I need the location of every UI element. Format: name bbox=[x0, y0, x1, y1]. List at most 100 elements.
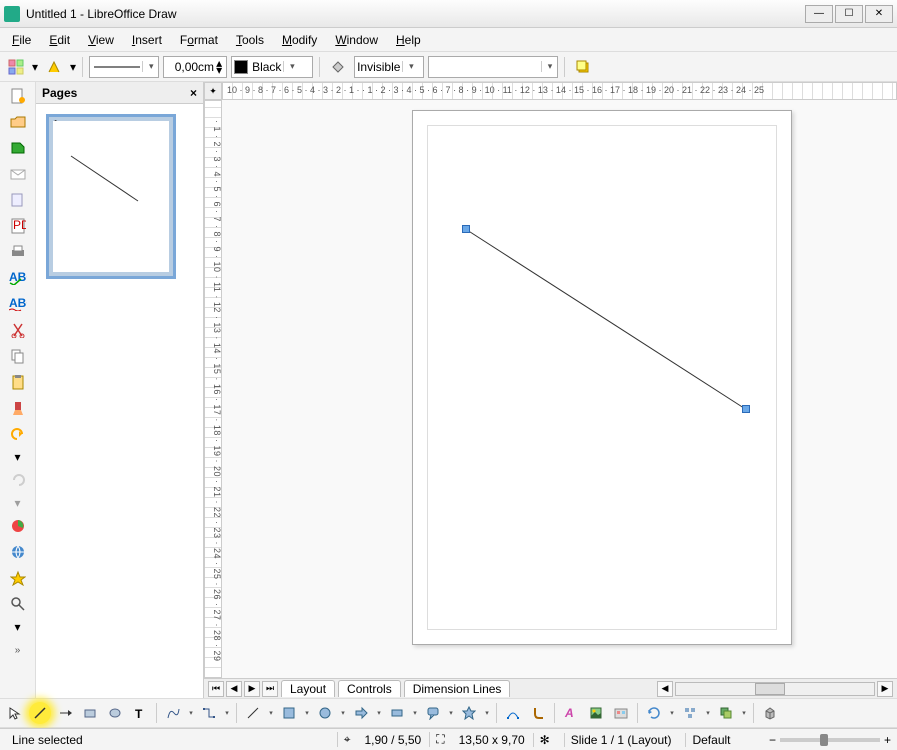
vertical-ruler[interactable]: · 1 · 2 · 3 · 4 · 5 · 6 · 7 · 8 · 9 · 10… bbox=[204, 100, 222, 678]
dropdown-icon[interactable]: ▾ bbox=[187, 709, 195, 717]
paste-icon[interactable] bbox=[6, 372, 30, 392]
basic-shapes-tool[interactable] bbox=[278, 702, 300, 724]
lines-arrows-tool[interactable] bbox=[242, 702, 264, 724]
grid-icon[interactable] bbox=[4, 55, 28, 79]
cut-icon[interactable] bbox=[6, 320, 30, 340]
line-width-field[interactable]: ▴▾ bbox=[163, 56, 227, 78]
page-thumbnail[interactable]: 1 bbox=[46, 114, 176, 279]
dropdown-icon[interactable]: ▾ bbox=[339, 709, 347, 717]
menu-tools[interactable]: Tools bbox=[228, 30, 272, 50]
open-icon[interactable] bbox=[6, 112, 30, 132]
menu-help[interactable]: Help bbox=[388, 30, 429, 50]
navigator-icon[interactable] bbox=[6, 568, 30, 588]
format-paintbrush-icon[interactable] bbox=[6, 398, 30, 418]
highlight-icon[interactable] bbox=[42, 55, 66, 79]
dropdown-icon[interactable]: ▾ bbox=[483, 709, 491, 717]
horizontal-ruler[interactable]: 10 · 9 · 8 · 7 · 6 · 5 · 4 · 3 · 2 · 1 ·… bbox=[222, 82, 897, 100]
paint-bucket-icon[interactable] bbox=[326, 55, 350, 79]
menu-insert[interactable]: Insert bbox=[124, 30, 170, 50]
line-style-combo[interactable]: ▾ bbox=[89, 56, 159, 78]
gallery-tool[interactable] bbox=[610, 702, 632, 724]
drawing-canvas[interactable] bbox=[222, 100, 897, 678]
dropdown-icon[interactable]: ▾ bbox=[14, 496, 20, 510]
glue-points-tool[interactable] bbox=[527, 702, 549, 724]
zoom-in-icon[interactable]: + bbox=[884, 733, 891, 747]
dropdown-icon[interactable]: ▾ bbox=[704, 709, 712, 717]
close-panel-icon[interactable]: × bbox=[190, 86, 197, 100]
edit-points-tool[interactable] bbox=[502, 702, 524, 724]
dropdown-icon[interactable]: ▾ bbox=[223, 709, 231, 717]
area-color-combo[interactable]: ▾ bbox=[428, 56, 558, 78]
rectangle-tool[interactable] bbox=[79, 702, 101, 724]
line-object[interactable] bbox=[462, 225, 752, 415]
symbol-shapes-tool[interactable] bbox=[314, 702, 336, 724]
redo-icon[interactable] bbox=[6, 470, 30, 490]
save-icon[interactable] bbox=[6, 138, 30, 158]
close-button[interactable]: ✕ bbox=[865, 5, 893, 23]
dropdown-icon[interactable]: ▾ bbox=[14, 620, 20, 634]
dropdown-icon[interactable]: ▾ bbox=[14, 450, 20, 464]
spellcheck-icon[interactable]: ABC bbox=[6, 268, 30, 288]
tab-prev-icon[interactable]: ◀ bbox=[226, 681, 242, 697]
copy-icon[interactable] bbox=[6, 346, 30, 366]
from-file-tool[interactable] bbox=[585, 702, 607, 724]
edit-file-icon[interactable] bbox=[6, 190, 30, 210]
line-tool[interactable] bbox=[29, 702, 51, 724]
connector-tool[interactable] bbox=[198, 702, 220, 724]
new-icon[interactable] bbox=[6, 86, 30, 106]
tab-last-icon[interactable]: ⏭ bbox=[262, 681, 278, 697]
print-icon[interactable] bbox=[6, 242, 30, 262]
line-width-input[interactable] bbox=[166, 60, 214, 74]
extrusion-tool[interactable] bbox=[759, 702, 781, 724]
more-icon[interactable]: » bbox=[6, 640, 30, 660]
selection-handle-end[interactable] bbox=[742, 405, 750, 413]
dropdown-icon[interactable]: ▾ bbox=[267, 709, 275, 717]
tab-next-icon[interactable]: ▶ bbox=[244, 681, 260, 697]
block-arrows-tool[interactable] bbox=[350, 702, 372, 724]
fontwork-tool[interactable]: A bbox=[560, 702, 582, 724]
tab-layout[interactable]: Layout bbox=[281, 680, 335, 697]
maximize-button[interactable]: ☐ bbox=[835, 5, 863, 23]
line-color-combo[interactable]: Black ▾ bbox=[231, 56, 313, 78]
dropdown-icon[interactable]: ▾ bbox=[375, 709, 383, 717]
dropdown-icon[interactable]: ▾ bbox=[668, 709, 676, 717]
tab-first-icon[interactable]: ⏮ bbox=[208, 681, 224, 697]
menu-view[interactable]: View bbox=[80, 30, 122, 50]
menu-window[interactable]: Window bbox=[327, 30, 386, 50]
tab-dimension-lines[interactable]: Dimension Lines bbox=[404, 680, 511, 697]
curve-tool[interactable] bbox=[162, 702, 184, 724]
menu-file[interactable]: File bbox=[4, 30, 39, 50]
pdf-icon[interactable]: PDF bbox=[6, 216, 30, 236]
menu-edit[interactable]: Edit bbox=[41, 30, 78, 50]
menu-modify[interactable]: Modify bbox=[274, 30, 325, 50]
flowchart-tool[interactable] bbox=[386, 702, 408, 724]
stars-tool[interactable] bbox=[458, 702, 480, 724]
email-icon[interactable] bbox=[6, 164, 30, 184]
selection-handle-start[interactable] bbox=[462, 225, 470, 233]
dropdown-icon[interactable]: ▾ bbox=[740, 709, 748, 717]
select-tool[interactable] bbox=[4, 702, 26, 724]
shadow-icon[interactable] bbox=[571, 55, 595, 79]
hscroll-track[interactable] bbox=[675, 682, 875, 696]
dropdown-icon[interactable]: ▾ bbox=[70, 60, 76, 74]
chart-icon[interactable] bbox=[6, 516, 30, 536]
rotate-tool[interactable] bbox=[643, 702, 665, 724]
auto-spellcheck-icon[interactable]: ABC bbox=[6, 294, 30, 314]
text-tool[interactable]: T bbox=[129, 702, 151, 724]
zoom-icon[interactable] bbox=[6, 594, 30, 614]
dropdown-icon[interactable]: ▾ bbox=[411, 709, 419, 717]
hscroll-right-icon[interactable]: ▶ bbox=[877, 681, 893, 697]
tab-controls[interactable]: Controls bbox=[338, 680, 401, 697]
arrow-end-tool[interactable] bbox=[54, 702, 76, 724]
alignment-tool[interactable] bbox=[679, 702, 701, 724]
minimize-button[interactable]: — bbox=[805, 5, 833, 23]
ellipse-tool[interactable] bbox=[104, 702, 126, 724]
zoom-thumb[interactable] bbox=[820, 734, 828, 746]
zoom-slider[interactable] bbox=[780, 738, 880, 742]
dropdown-icon[interactable]: ▾ bbox=[303, 709, 311, 717]
menu-format[interactable]: Format bbox=[172, 30, 226, 50]
ruler-corner[interactable]: ✦ bbox=[204, 82, 222, 100]
dropdown-icon[interactable]: ▾ bbox=[447, 709, 455, 717]
arrange-tool[interactable] bbox=[715, 702, 737, 724]
dropdown-icon[interactable]: ▾ bbox=[32, 60, 38, 74]
